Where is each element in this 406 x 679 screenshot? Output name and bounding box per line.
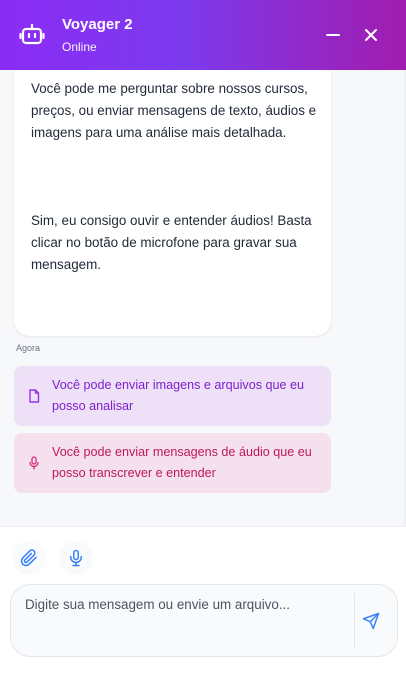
chat-title: Voyager 2 (62, 15, 133, 33)
header-title-group: Voyager 2 Online (62, 15, 133, 56)
robot-icon (16, 19, 48, 51)
bot-message-paragraph: Você pode me perguntar sobre nossos curs… (31, 81, 317, 140)
send-button[interactable] (356, 606, 386, 636)
paperclip-icon (20, 549, 37, 567)
bot-message-paragraph: Sim, eu consigo ouvir e entender áudios!… (31, 213, 312, 272)
microphone-icon (70, 549, 82, 567)
online-status: Online (62, 39, 97, 54)
composer-divider (354, 593, 355, 649)
bot-message-bubble: Você pode me perguntar sobre nossos curs… (14, 70, 331, 336)
attach-button[interactable] (12, 541, 46, 575)
hint-audio-messages[interactable]: Você pode enviar mensagens de áudio que … (14, 433, 331, 493)
record-audio-button[interactable] (59, 541, 93, 575)
hint-text: Você pode enviar mensagens de áudio que … (52, 445, 312, 480)
input-area (0, 526, 406, 679)
send-icon (362, 612, 380, 630)
message-timestamp: Agora (16, 343, 41, 353)
minimize-button[interactable] (314, 19, 352, 51)
close-button[interactable] (352, 19, 390, 51)
close-icon (365, 29, 377, 41)
microphone-icon (26, 456, 42, 470)
file-icon (26, 389, 42, 403)
chat-header: Voyager 2 Online (0, 0, 406, 70)
header-actions (314, 19, 390, 51)
message-input[interactable] (25, 595, 350, 647)
hint-upload-files[interactable]: Você pode enviar imagens e arquivos que … (14, 366, 331, 426)
hint-text: Você pode enviar imagens e arquivos que … (52, 378, 305, 413)
minus-icon (326, 34, 340, 36)
message-list[interactable]: Você pode me perguntar sobre nossos curs… (0, 70, 406, 526)
message-composer (10, 584, 398, 657)
